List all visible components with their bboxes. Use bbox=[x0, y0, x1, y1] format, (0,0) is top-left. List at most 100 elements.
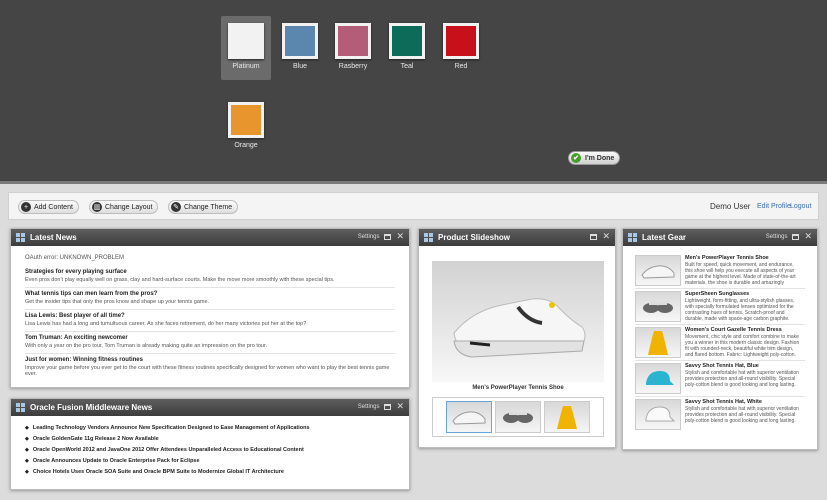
theme-picker-panel: Platinum Blue Rasberry Teal Red Orange ✔… bbox=[0, 0, 827, 184]
theme-swatch-rasberry[interactable]: Rasberry bbox=[328, 16, 378, 80]
brush-icon: ✎ bbox=[171, 202, 181, 212]
portlet-header: Latest News Settings ✕ bbox=[11, 229, 409, 246]
portlet-grid-icon bbox=[16, 403, 25, 412]
theme-label: Blue bbox=[292, 63, 307, 70]
portlet-header: Product Slideshow ✕ bbox=[419, 229, 615, 246]
oracle-news-link[interactable]: Choice Hotels Uses Oracle SOA Suite and … bbox=[33, 469, 284, 475]
news-title[interactable]: Tom Truman: An exciting newcomer bbox=[25, 335, 395, 341]
list-item: Tom Truman: An exciting newcomer With on… bbox=[25, 332, 395, 354]
close-icon[interactable]: ✕ bbox=[602, 232, 610, 241]
toolbar: + Add Content ▥ Change Layout ✎ Change T… bbox=[8, 192, 819, 220]
list-item: Lisa Lewis: Best player of all time? Lis… bbox=[25, 310, 395, 332]
news-desc: Improve your game before you ever get to… bbox=[25, 365, 390, 377]
latest-gear-portlet: Latest Gear Settings ✕ Men's PowerPlayer… bbox=[622, 228, 818, 450]
gear-title[interactable]: Savvy Shot Tennis Hat, Blue bbox=[685, 363, 800, 369]
settings-link[interactable]: Settings bbox=[766, 234, 788, 240]
bullet-icon: ◆ bbox=[25, 425, 29, 431]
thumb-sunglasses[interactable] bbox=[495, 401, 541, 433]
gear-image-hat-white[interactable] bbox=[635, 399, 681, 430]
logout-link[interactable]: Logout bbox=[790, 203, 811, 210]
list-item: Women's Court Gazelle Tennis Dress Movem… bbox=[635, 325, 805, 361]
list-item[interactable]: ◆ Choice Hotels Uses Oracle SOA Suite and… bbox=[25, 469, 395, 475]
settings-link[interactable]: Settings bbox=[358, 234, 380, 240]
list-item[interactable]: ◆ Oracle OpenWorld 2012 and JavaOne 2012 … bbox=[25, 447, 395, 453]
portlet-grid-icon bbox=[628, 233, 637, 242]
theme-chip bbox=[335, 23, 371, 59]
gear-image-shoe[interactable] bbox=[635, 255, 681, 286]
bullet-icon: ◆ bbox=[25, 447, 29, 453]
blue-hat-icon bbox=[646, 370, 674, 385]
user-name: Demo User bbox=[710, 202, 751, 211]
done-label: I'm Done bbox=[585, 154, 615, 162]
dress-thumb-icon bbox=[557, 406, 577, 429]
list-item: Savvy Shot Tennis Hat, Blue Stylish and … bbox=[635, 361, 805, 397]
portlet-title: Product Slideshow bbox=[438, 233, 511, 242]
news-title[interactable]: What tennis tips can men learn from the … bbox=[25, 291, 395, 297]
gear-title[interactable]: Women's Court Gazelle Tennis Dress bbox=[685, 327, 800, 333]
thumb-shoe[interactable] bbox=[446, 401, 492, 433]
gear-desc: Stylish and comfortable hat with superio… bbox=[685, 406, 799, 424]
add-content-button[interactable]: + Add Content bbox=[18, 200, 79, 214]
gear-title[interactable]: Savvy Shot Tennis Hat, White bbox=[685, 399, 800, 405]
list-item[interactable]: ◆ Leading Technology Vendors Announce New… bbox=[25, 425, 395, 431]
news-title[interactable]: Lisa Lewis: Best player of all time? bbox=[25, 313, 395, 319]
theme-swatch-blue[interactable]: Blue bbox=[275, 16, 325, 80]
news-desc: Even pros don't play equally well on gra… bbox=[25, 277, 335, 283]
minimize-icon[interactable] bbox=[384, 403, 392, 410]
list-item[interactable]: ◆ Oracle Announces Update to Oracle Enter… bbox=[25, 458, 395, 464]
gear-image-sunglasses[interactable] bbox=[635, 291, 681, 322]
news-desc: Get the insider tips that only the pros … bbox=[25, 299, 210, 305]
oracle-news-link[interactable]: Oracle GoldenGate 11g Release 2 Now Avai… bbox=[33, 436, 159, 442]
list-item[interactable]: ◆ Oracle GoldenGate 11g Release 2 Now Ava… bbox=[25, 436, 395, 442]
portlet-title: Oracle Fusion Middleware News bbox=[30, 403, 153, 412]
theme-label: Teal bbox=[400, 63, 414, 70]
gear-image-hat-blue[interactable] bbox=[635, 363, 681, 394]
slide-caption: Men's PowerPlayer Tennis Shoe bbox=[472, 385, 564, 391]
close-icon[interactable]: ✕ bbox=[396, 402, 404, 411]
change-layout-label: Change Layout bbox=[105, 203, 153, 211]
oracle-news-link[interactable]: Leading Technology Vendors Announce New … bbox=[33, 425, 310, 431]
edit-profile-link[interactable]: Edit Profile bbox=[757, 203, 791, 210]
list-item: Savvy Shot Tennis Hat, White Stylish and… bbox=[635, 397, 805, 433]
close-icon[interactable]: ✕ bbox=[804, 232, 812, 241]
shoe-icon bbox=[641, 264, 675, 279]
theme-label: Orange bbox=[234, 142, 258, 149]
news-title[interactable]: Just for women: Winning fitness routines bbox=[25, 357, 395, 363]
gear-title[interactable]: SuperSheen Sunglasses bbox=[685, 291, 800, 297]
theme-swatch-teal[interactable]: Teal bbox=[382, 16, 432, 80]
white-hat-icon bbox=[645, 405, 676, 421]
news-desc: Lisa Lewis has had a long and tumultuous… bbox=[25, 321, 307, 327]
theme-swatch-orange[interactable]: Orange bbox=[221, 95, 271, 159]
portlet-grid-icon bbox=[424, 233, 433, 242]
dress-icon bbox=[648, 330, 668, 355]
theme-chip bbox=[443, 23, 479, 59]
theme-chip bbox=[228, 23, 264, 59]
theme-chip bbox=[228, 102, 264, 138]
theme-chip bbox=[282, 23, 318, 59]
theme-swatch-platinum[interactable]: Platinum bbox=[221, 16, 271, 80]
layout-icon: ▥ bbox=[92, 202, 102, 212]
news-title[interactable]: Strategies for every playing surface bbox=[25, 269, 395, 275]
portlet-header: Latest Gear Settings ✕ bbox=[623, 229, 817, 246]
bullet-icon: ◆ bbox=[25, 436, 29, 442]
list-item: What tennis tips can men learn from the … bbox=[25, 288, 395, 310]
gear-image-dress[interactable] bbox=[635, 327, 681, 358]
gear-title[interactable]: Men's PowerPlayer Tennis Shoe bbox=[685, 255, 800, 261]
settings-link[interactable]: Settings bbox=[358, 404, 380, 410]
minimize-icon[interactable] bbox=[792, 233, 800, 240]
minimize-icon[interactable] bbox=[590, 233, 598, 240]
oracle-news-link[interactable]: Oracle Announces Update to Oracle Enterp… bbox=[33, 458, 200, 464]
theme-label: Rasberry bbox=[338, 63, 368, 70]
sunglasses-icon bbox=[643, 301, 673, 313]
slide-image-shoe[interactable] bbox=[432, 261, 604, 382]
theme-chip bbox=[389, 23, 425, 59]
done-button[interactable]: ✔ I'm Done bbox=[568, 151, 620, 165]
change-layout-button[interactable]: ▥ Change Layout bbox=[89, 200, 159, 214]
close-icon[interactable]: ✕ bbox=[396, 232, 404, 241]
oracle-news-link[interactable]: Oracle OpenWorld 2012 and JavaOne 2012 O… bbox=[33, 447, 304, 453]
latest-news-portlet: Latest News Settings ✕ OAuth error: UNKN… bbox=[10, 228, 410, 388]
theme-swatch-red[interactable]: Red bbox=[436, 16, 486, 80]
thumb-dress[interactable] bbox=[544, 401, 590, 433]
minimize-icon[interactable] bbox=[384, 233, 392, 240]
change-theme-button[interactable]: ✎ Change Theme bbox=[168, 200, 239, 214]
